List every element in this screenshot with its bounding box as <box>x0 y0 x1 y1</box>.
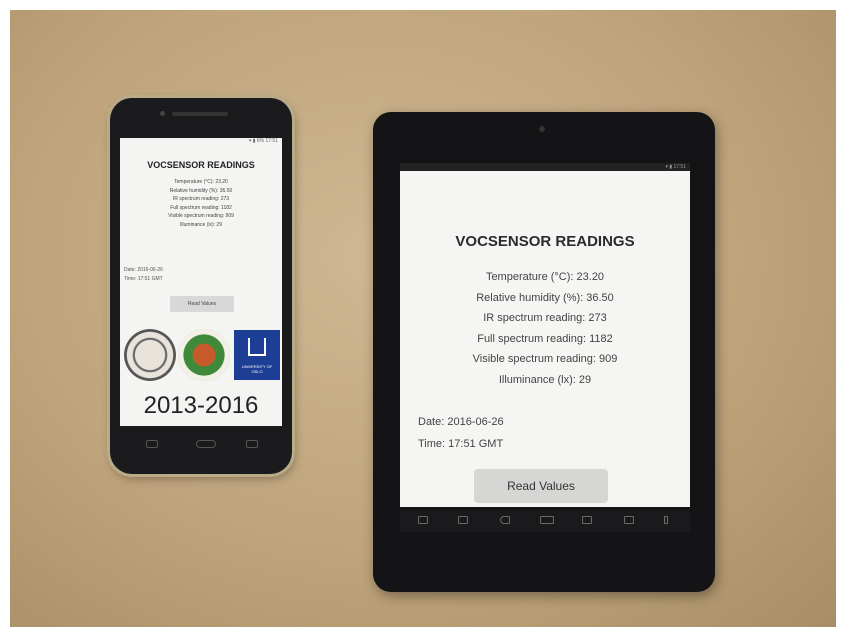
phone-home-icon[interactable] <box>196 440 216 448</box>
phone-recent-icon[interactable] <box>246 440 258 448</box>
home-icon[interactable] <box>540 516 554 524</box>
tablet-reading-humidity: Relative humidity (%): 36.50 <box>476 291 614 304</box>
tablet-nav-bar <box>400 510 690 532</box>
phone-status-bar: ▾ ▮ 6% 17:51 <box>120 138 282 145</box>
smartphone: ▾ ▮ 6% 17:51 VOCSENSOR READINGS Temperat… <box>110 98 292 474</box>
menu-icon[interactable] <box>664 516 668 524</box>
recent-apps-icon[interactable] <box>582 516 592 524</box>
project-years: 2013-2016 <box>143 392 259 419</box>
phone-reading-temperature: Temperature (°C): 23.20 <box>174 179 228 185</box>
tablet-reading-visible: Visible spectrum reading: 909 <box>472 353 618 365</box>
tablet-readings: Temperature (°C): 23.20 Relative humidit… <box>400 267 690 390</box>
phone-date: Date: 2016-06-26 <box>124 267 163 273</box>
partner-logos: UNIVERSITY OF OSLO <box>124 326 280 384</box>
screenshot-icon[interactable] <box>418 516 428 524</box>
front-camera <box>160 111 165 116</box>
tablet-reading-ir: IR spectrum reading: 273 <box>483 312 607 324</box>
phone-time: Time: 17:51 GMT <box>124 276 163 282</box>
phone-screen: ▾ ▮ 6% 17:51 VOCSENSOR READINGS Temperat… <box>120 138 282 426</box>
phone-app-title: VOCSENSOR READINGS <box>147 160 255 170</box>
phone-read-values-button[interactable]: Read Values <box>170 296 234 312</box>
tablet-app-title: VOCSENSOR READINGS <box>455 233 635 250</box>
phone-readings: Temperature (°C): 23.20 Relative humidit… <box>120 178 282 230</box>
phone-reading-illuminance: Illuminance (lx): 29 <box>180 221 222 228</box>
tablet-screen: VOCSENSOR READINGS Temperature (°C): 23.… <box>400 171 690 507</box>
uni-logo-text: UNIVERSITY OF OSLO <box>241 364 273 374</box>
university-of-oslo-logo: UNIVERSITY OF OSLO <box>234 330 280 380</box>
earpiece-speaker <box>172 112 228 116</box>
phone-timestamp: Date: 2016-06-26 Time: 17:51 GMT <box>124 266 163 284</box>
institute-emblem-logo <box>178 329 230 381</box>
tablet-read-values-button[interactable]: Read Values <box>474 469 608 503</box>
tablet-timestamp: Date: 2016-06-26 Time: 17:51 GMT <box>418 411 504 455</box>
tablet-date: Date: 2016-06-26 <box>418 416 504 428</box>
tablet-reading-temperature: Temperature (°C): 23.20 <box>485 271 605 283</box>
back-icon[interactable] <box>500 516 510 524</box>
phone-reading-visible: Visible spectrum reading: 909 <box>168 213 234 220</box>
phone-nav-bar <box>120 436 282 456</box>
tablet-front-camera <box>539 126 545 132</box>
tablet-reading-illuminance: Illuminance (lx): 29 <box>498 373 592 386</box>
volume-up-icon[interactable] <box>624 516 634 524</box>
tablet-status-bar: ▾ ▮ 17:51 <box>400 163 690 171</box>
phone-reading-humidity: Relative humidity (%): 36.50 <box>169 187 233 194</box>
tablet-time: Time: 17:51 GMT <box>418 438 504 450</box>
phone-reading-full: Full spectrum reading: 1182 <box>170 204 232 211</box>
volume-down-icon[interactable] <box>458 516 468 524</box>
university-seal-logo <box>124 329 176 381</box>
phone-back-icon[interactable] <box>146 440 158 448</box>
tablet-reading-full: Full spectrum reading: 1182 <box>477 332 613 345</box>
uni-crest-icon <box>248 338 266 356</box>
phone-reading-ir: IR spectrum reading: 273 <box>172 196 230 203</box>
